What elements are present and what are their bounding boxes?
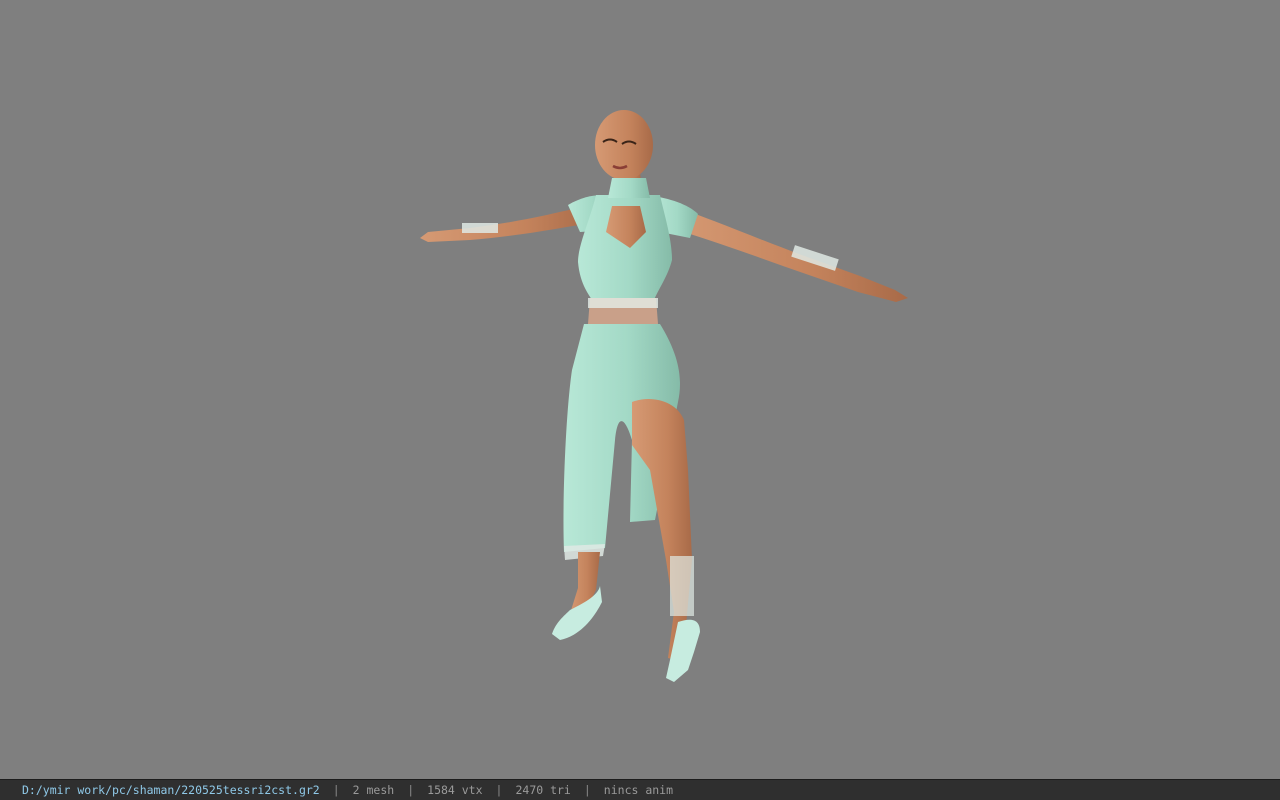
triangle-count-label: 2470 tri — [515, 783, 571, 797]
model-arm-left — [420, 205, 596, 242]
status-separator: | — [332, 783, 340, 797]
animation-label: nincs anim — [603, 783, 674, 797]
vertex-count-label: 1584 vtx — [427, 783, 483, 797]
model-head — [595, 110, 653, 180]
status-separator: | — [583, 783, 591, 797]
model-cuff-left — [462, 223, 498, 233]
model-leg-lace — [670, 556, 694, 616]
character-model — [420, 110, 908, 682]
status-bar: D:/ymir work/pc/shaman/220525tessri2cst.… — [0, 779, 1280, 800]
file-path-label: D:/ymir work/pc/shaman/220525tessri2cst.… — [22, 783, 320, 797]
model-arm-right — [670, 206, 908, 302]
mesh-count-label: 2 mesh — [352, 783, 395, 797]
model-collar — [608, 178, 650, 198]
model-waist-lace — [588, 298, 658, 308]
status-separator: | — [407, 783, 415, 797]
status-separator: | — [495, 783, 503, 797]
3d-viewport[interactable] — [0, 0, 1280, 779]
